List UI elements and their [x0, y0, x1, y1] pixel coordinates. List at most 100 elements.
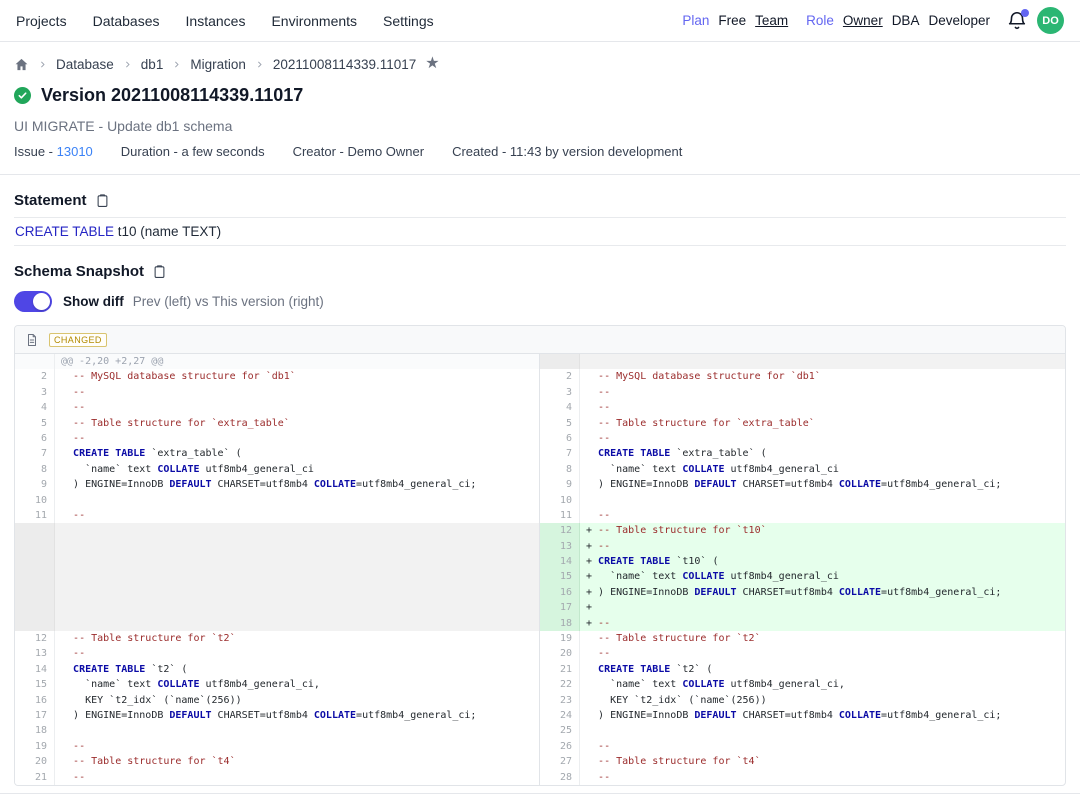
line-number: 6: [540, 431, 580, 446]
line-number: [15, 354, 55, 369]
issue-link[interactable]: 13010: [57, 144, 93, 159]
diff-row: 5 -- Table structure for `extra_table`: [540, 416, 1065, 431]
favorite-star-icon[interactable]: ★: [425, 56, 439, 72]
diff-row: 3 --: [15, 385, 539, 400]
status-badge: CHANGED: [49, 333, 107, 347]
statement-heading: Statement: [14, 192, 87, 209]
code-line: --: [55, 508, 539, 523]
diff-row: 18+ --: [540, 616, 1065, 631]
statement-sql[interactable]: CREATE TABLE t10 (name TEXT): [14, 217, 1066, 246]
line-number: 25: [540, 723, 580, 738]
code-line: + --: [580, 539, 1065, 554]
diff-row: [15, 569, 539, 584]
code-line: [55, 585, 539, 600]
code-line: ) ENGINE=InnoDB DEFAULT CHARSET=utf8mb4 …: [580, 477, 1065, 492]
notification-bell-icon[interactable]: [1006, 10, 1028, 32]
line-number: 5: [15, 416, 55, 431]
show-diff-label: Show diff: [63, 294, 124, 309]
line-number: 28: [540, 770, 580, 785]
diff-row: 9 ) ENGINE=InnoDB DEFAULT CHARSET=utf8mb…: [540, 477, 1065, 492]
line-number: 16: [15, 693, 55, 708]
diff-split-view[interactable]: @@ -2,20 +2,27 @@2 -- MySQL database str…: [15, 354, 1065, 785]
code-line: -- MySQL database structure for `db1`: [55, 369, 539, 384]
code-line: [55, 493, 539, 508]
code-line: --: [580, 431, 1065, 446]
show-diff-toggle[interactable]: [14, 291, 52, 312]
code-line: --: [55, 385, 539, 400]
chevron-right-icon: [123, 60, 132, 69]
line-number: 19: [540, 631, 580, 646]
nav-item-databases[interactable]: Databases: [93, 13, 160, 29]
migration-subtitle: UI MIGRATE - Update db1 schema: [14, 118, 1066, 134]
code-line: [55, 600, 539, 615]
role-owner-link[interactable]: Owner: [843, 13, 883, 28]
plan-value: Free: [718, 13, 746, 28]
code-line: --: [580, 739, 1065, 754]
nav-main-menu: Projects Databases Instances Environment…: [16, 13, 434, 29]
meta-created: Created - 11:43 by version development: [452, 144, 682, 159]
code-line: --: [55, 400, 539, 415]
diff-row: 7 CREATE TABLE `extra_table` (: [540, 446, 1065, 461]
diff-row: 18: [15, 723, 539, 738]
toggle-knob: [33, 293, 50, 310]
line-number: 21: [540, 662, 580, 677]
breadcrumb-version[interactable]: 20211008114339.11017: [273, 57, 416, 72]
code-line: CREATE TABLE `t2` (: [580, 662, 1065, 677]
breadcrumb-db1[interactable]: db1: [141, 57, 164, 72]
code-line: --: [55, 646, 539, 661]
nav-item-settings[interactable]: Settings: [383, 13, 434, 29]
line-number: 17: [15, 708, 55, 723]
schema-snapshot-heading-row: Schema Snapshot: [14, 263, 1066, 280]
top-navigation-bar: Projects Databases Instances Environment…: [0, 0, 1080, 42]
nav-item-projects[interactable]: Projects: [16, 13, 67, 29]
home-icon[interactable]: [14, 57, 29, 72]
user-avatar[interactable]: DO: [1037, 7, 1064, 34]
breadcrumb-migration[interactable]: Migration: [190, 57, 246, 72]
schema-diff-panel: CHANGED @@ -2,20 +2,27 @@2 -- MySQL data…: [14, 325, 1066, 786]
code-line: --: [580, 385, 1065, 400]
line-number: 23: [540, 693, 580, 708]
statement-heading-row: Statement: [14, 192, 1066, 209]
line-number: 13: [540, 539, 580, 554]
line-number: 14: [540, 554, 580, 569]
code-line: -- MySQL database structure for `db1`: [580, 369, 1065, 384]
diff-row: 15 `name` text COLLATE utf8mb4_general_c…: [15, 677, 539, 692]
line-number: [15, 523, 55, 538]
migration-meta-row: Issue - 13010 Duration - a few seconds C…: [14, 144, 1066, 159]
line-number: [15, 616, 55, 631]
diff-panel-header: CHANGED: [15, 326, 1065, 354]
nav-item-environments[interactable]: Environments: [271, 13, 357, 29]
diff-row: [15, 539, 539, 554]
line-number: 20: [15, 754, 55, 769]
code-line: ) ENGINE=InnoDB DEFAULT CHARSET=utf8mb4 …: [580, 708, 1065, 723]
role-dba-link[interactable]: DBA: [892, 13, 920, 28]
line-number: [15, 585, 55, 600]
diff-row: 27 -- Table structure for `t4`: [540, 754, 1065, 769]
code-line: -- Table structure for `t2`: [580, 631, 1065, 646]
plan-team-link[interactable]: Team: [755, 13, 788, 28]
diff-row: 5 -- Table structure for `extra_table`: [15, 416, 539, 431]
diff-row: 8 `name` text COLLATE utf8mb4_general_ci: [15, 462, 539, 477]
copy-schema-icon[interactable]: [152, 264, 167, 279]
meta-created-value: 11:43 by version development: [510, 144, 682, 159]
diff-row: 8 `name` text COLLATE utf8mb4_general_ci: [540, 462, 1065, 477]
section-divider: [0, 174, 1080, 175]
code-line: CREATE TABLE `extra_table` (: [580, 446, 1065, 461]
copy-statement-icon[interactable]: [95, 193, 110, 208]
nav-right-section: Plan Free Team Role Owner DBA Developer …: [673, 7, 1064, 34]
meta-creator-label: Creator -: [293, 144, 348, 159]
diff-row: 22 `name` text COLLATE utf8mb4_general_c…: [540, 677, 1065, 692]
line-number: 8: [540, 462, 580, 477]
breadcrumb-database[interactable]: Database: [56, 57, 114, 72]
line-number: 10: [540, 493, 580, 508]
role-developer-link[interactable]: Developer: [928, 13, 990, 28]
diff-row: 16 KEY `t2_idx` (`name`(256)): [15, 693, 539, 708]
diff-row: 11 --: [540, 508, 1065, 523]
nav-item-instances[interactable]: Instances: [186, 13, 246, 29]
meta-duration: Duration - a few seconds: [121, 144, 265, 159]
diff-row: 16+ ) ENGINE=InnoDB DEFAULT CHARSET=utf8…: [540, 585, 1065, 600]
line-number: 6: [15, 431, 55, 446]
line-number: 24: [540, 708, 580, 723]
line-number: 16: [540, 585, 580, 600]
line-number: [15, 554, 55, 569]
